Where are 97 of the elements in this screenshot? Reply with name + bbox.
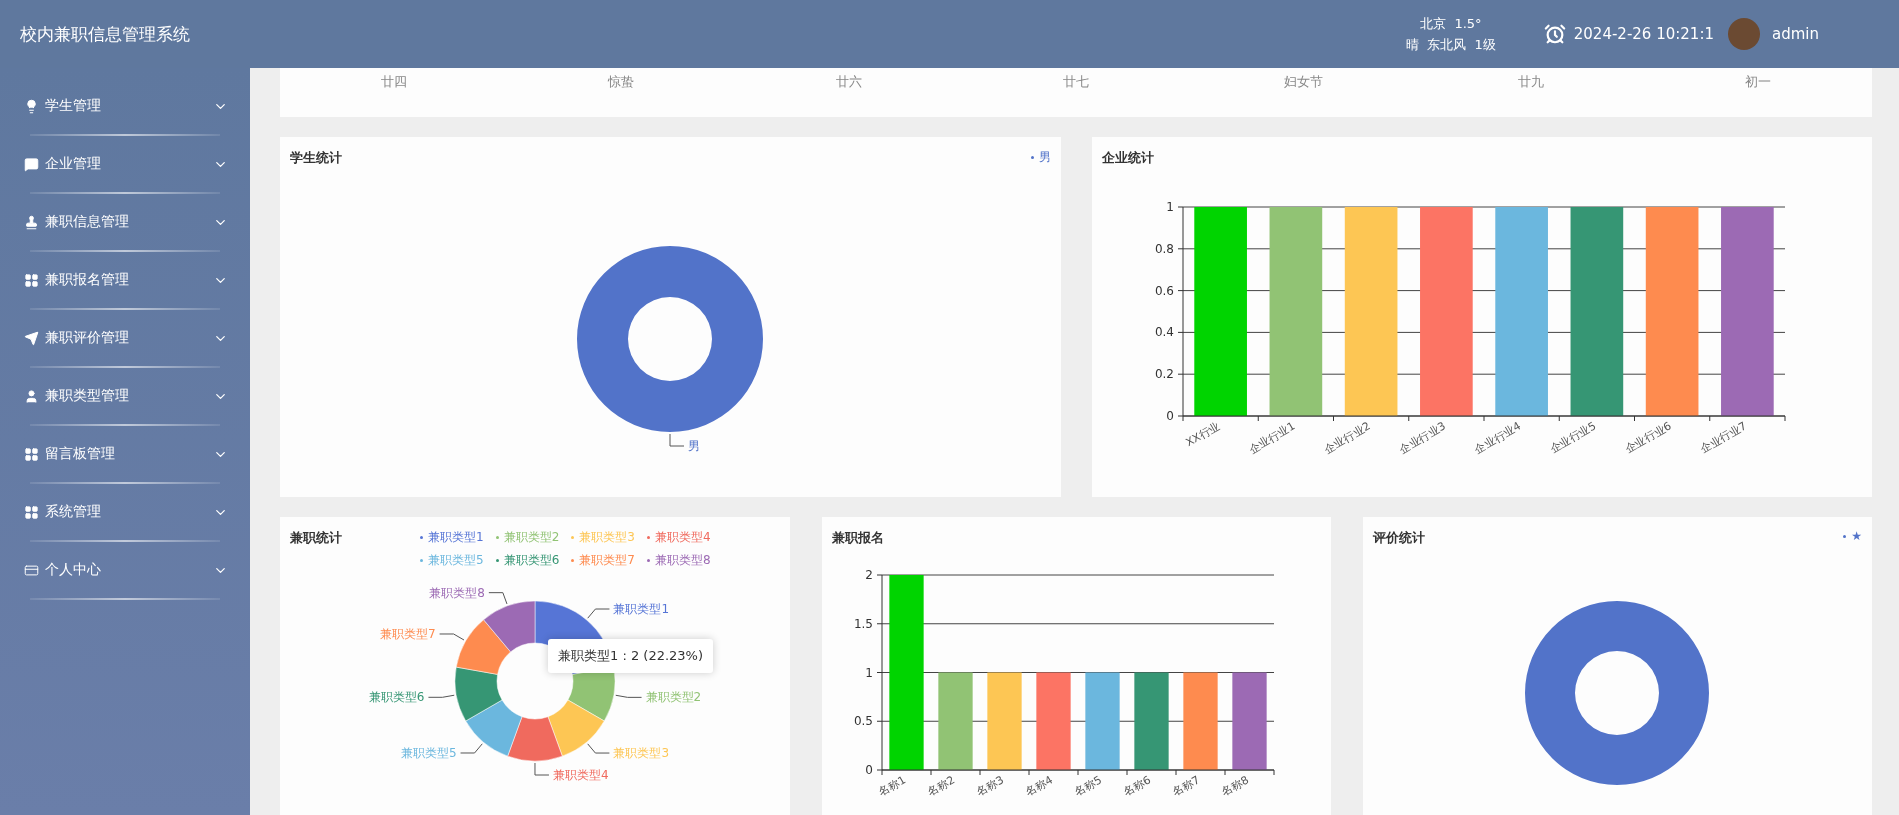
card-title: 评价统计 xyxy=(1373,529,1425,547)
axis-label: 名称6 xyxy=(1121,773,1153,800)
pie-slice[interactable] xyxy=(455,619,511,675)
axis-label: XX行业 xyxy=(1183,419,1223,450)
leader-line xyxy=(439,633,465,641)
lunar-day: 初一 xyxy=(1745,73,1772,91)
lunar-day: 惊蛰 xyxy=(608,73,635,91)
lunar-day: 廿九 xyxy=(1517,73,1544,91)
leader-line xyxy=(427,694,455,698)
menu-item[interactable]: 兼职信息管理 xyxy=(0,194,250,250)
axis-label: 0.5 xyxy=(853,714,873,729)
axis-label: 0.8 xyxy=(1154,241,1174,256)
lightbulb-icon xyxy=(24,98,39,114)
slice-label: 男 xyxy=(688,439,700,453)
legend-item[interactable]: 兼职类型7 xyxy=(571,552,635,569)
axis-label: 企业行业7 xyxy=(1698,419,1749,457)
legend-item[interactable]: 兼职类型4 xyxy=(646,529,711,546)
menu-item[interactable]: 兼职评价管理 xyxy=(0,310,250,366)
weather-city: 北京 1.5° xyxy=(1420,14,1482,33)
menu-item[interactable]: 系统管理 xyxy=(0,484,250,540)
legend-item[interactable]: 兼职类型5 xyxy=(420,552,484,569)
legend-item[interactable]: 兼职类型1 xyxy=(420,529,484,546)
menu-item[interactable]: 留言板管理 xyxy=(0,426,250,482)
axis-label: 0 xyxy=(865,763,873,777)
pie-slice[interactable] xyxy=(465,699,523,757)
lunar-day: 廿六 xyxy=(835,73,862,91)
card-title: 企业统计 xyxy=(1102,149,1154,167)
axis-label: 企业行业6 xyxy=(1622,419,1674,457)
axis-label: 名称5 xyxy=(1072,773,1104,800)
legend-item[interactable]: ★ xyxy=(1843,529,1862,543)
lunar-day: 妇女节 xyxy=(1283,73,1323,91)
legend-item[interactable]: 男 xyxy=(1031,149,1051,166)
slice-label: 兼职类型5 xyxy=(400,746,457,760)
pie-slice[interactable] xyxy=(547,699,605,757)
datetime: 2024-2-26 10:21:1 xyxy=(1573,25,1714,43)
lunar-day: 廿七 xyxy=(1063,73,1089,91)
card-title: 学生统计 xyxy=(290,149,342,167)
axis-label: 企业行业4 xyxy=(1472,419,1524,457)
leader-line xyxy=(460,743,483,754)
paper-plane-icon xyxy=(24,330,39,346)
slice-label: 兼职类型1 xyxy=(613,602,670,616)
axis-label: 0.2 xyxy=(1154,367,1174,382)
card-title: 兼职报名 xyxy=(832,529,884,547)
slice-label: 兼职类型2 xyxy=(645,690,702,705)
legend-item[interactable]: 兼职类型8 xyxy=(646,552,711,569)
axis-label: 企业行业1 xyxy=(1246,419,1298,457)
axis-label: 企业行业2 xyxy=(1321,419,1373,457)
slice-label: 兼职类型7 xyxy=(379,627,436,641)
slice-label: 兼职类型3 xyxy=(613,746,670,761)
leader-line xyxy=(615,694,643,698)
card-icon xyxy=(24,562,39,578)
axis-label: 名称1 xyxy=(876,773,908,800)
leader-line xyxy=(669,433,685,447)
menu-item[interactable]: 个人中心 xyxy=(0,542,250,598)
axis-label: 名称2 xyxy=(925,773,957,800)
axis-label: 1 xyxy=(1166,200,1174,214)
menu-item[interactable]: 学生管理 xyxy=(0,78,250,134)
pie-slice[interactable] xyxy=(483,600,536,653)
axis-label: 名称4 xyxy=(1023,773,1055,800)
axis-label: 0.4 xyxy=(1154,325,1174,340)
stamp-icon xyxy=(24,214,39,230)
user-icon xyxy=(24,388,39,404)
axis-label: 企业行业5 xyxy=(1547,419,1599,457)
axis-label: 0 xyxy=(1166,409,1174,423)
username[interactable]: admin xyxy=(1772,25,1819,43)
menu-item[interactable]: 兼职类型管理 xyxy=(0,368,250,424)
axis-label: 名称8 xyxy=(1219,773,1251,800)
menu-item[interactable]: 企业管理 xyxy=(0,136,250,192)
grid-icon xyxy=(24,272,39,288)
alarm-clock-icon xyxy=(1543,23,1566,45)
card-title: 兼职统计 xyxy=(290,529,342,547)
menu-item[interactable]: 兼职报名管理 xyxy=(0,252,250,308)
pie-slice[interactable] xyxy=(454,666,503,722)
axis-label: 1 xyxy=(865,665,873,680)
axis-label: 名称3 xyxy=(974,773,1006,800)
weather-condition: 晴 东北风 1级 xyxy=(1405,35,1496,54)
leader-line xyxy=(534,762,550,776)
pie-slice[interactable] xyxy=(507,716,563,762)
grid-icon xyxy=(24,504,39,520)
slice-label: 兼职类型4 xyxy=(552,768,609,782)
axis-label: 企业行业3 xyxy=(1397,419,1448,457)
leader-line xyxy=(587,608,610,619)
axis-label: 1.5 xyxy=(853,616,873,631)
leader-line xyxy=(587,743,610,754)
legend-item[interactable]: 兼职类型6 xyxy=(495,552,560,569)
app-title: 校内兼职信息管理系统 xyxy=(20,22,191,46)
avatar[interactable] xyxy=(1728,18,1760,50)
slice-label: 兼职类型8 xyxy=(429,585,485,600)
axis-label: 2 xyxy=(865,568,873,582)
slice-label: 兼职类型6 xyxy=(368,690,425,705)
lunar-day: 廿四 xyxy=(380,73,407,91)
chat-icon xyxy=(24,156,39,172)
axis-label: 名称7 xyxy=(1170,773,1202,800)
leader-line xyxy=(488,592,508,605)
tooltip: 兼职类型1 : 2 (22.23%) xyxy=(548,639,714,673)
grid-icon xyxy=(24,446,39,462)
axis-label: 0.6 xyxy=(1154,283,1174,298)
